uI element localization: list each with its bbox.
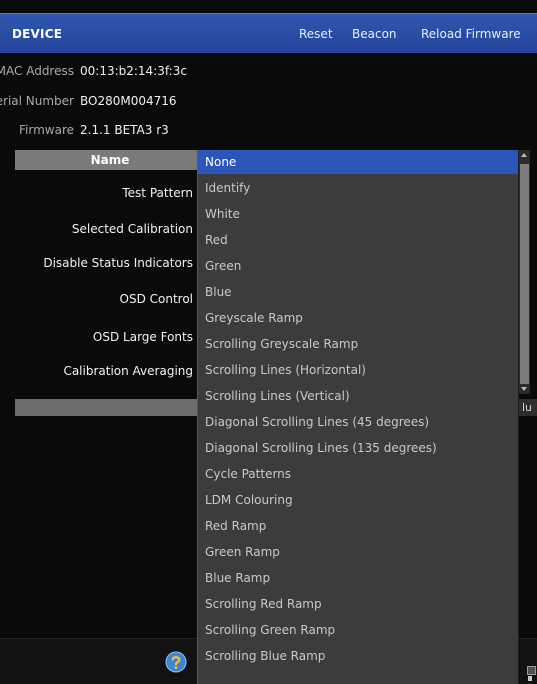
option-scrolling-blue-ramp[interactable]: Scrolling Blue Ramp (198, 643, 518, 669)
option-scrolling-red-ramp[interactable]: Scrolling Red Ramp (198, 591, 518, 617)
serial-number-value: BO280M004716 (80, 94, 177, 108)
option-white[interactable]: White (198, 201, 518, 227)
scroll-up-arrow-icon[interactable] (521, 153, 527, 157)
option-identify[interactable]: Identify (198, 175, 518, 201)
option-red-ramp[interactable]: Red Ramp (198, 513, 518, 539)
option-diagonal-scrolling-lines-45[interactable]: Diagonal Scrolling Lines (45 degrees) (198, 409, 518, 435)
scroll-down-arrow-icon[interactable] (521, 387, 527, 391)
device-panel: DEVICE Reset Beacon Reload Firmware MAC … (0, 0, 537, 684)
device-header: DEVICE Reset Beacon Reload Firmware (0, 13, 537, 53)
option-none[interactable]: None (198, 150, 518, 174)
name-column-header[interactable]: Name (15, 150, 205, 170)
calibration-averaging-label[interactable]: Calibration Averaging (63, 364, 193, 378)
option-ldm-colouring[interactable]: LDM Colouring (198, 487, 518, 513)
serial-number-row: Serial Number BO280M004716 (0, 94, 300, 114)
disable-status-indicators-label[interactable]: Disable Status Indicators (43, 256, 193, 270)
device-title: DEVICE (12, 26, 63, 41)
value-column-header-peek[interactable]: lu (519, 399, 537, 416)
option-red[interactable]: Red (198, 227, 518, 253)
osd-large-fonts-label[interactable]: OSD Large Fonts (93, 330, 193, 344)
option-green-ramp[interactable]: Green Ramp (198, 539, 518, 565)
scrollbar-thumb[interactable] (520, 164, 529, 384)
option-scrolling-green-ramp[interactable]: Scrolling Green Ramp (198, 617, 518, 643)
firmware-label: Firmware (19, 123, 74, 137)
firmware-row: Firmware 2.1.1 BETA3 r3 (0, 123, 300, 143)
firmware-value: 2.1.1 BETA3 r3 (80, 123, 169, 137)
device-icon[interactable] (526, 664, 537, 682)
option-cycle-patterns[interactable]: Cycle Patterns (198, 461, 518, 487)
mac-address-row: MAC Address 00:13:b2:14:3f:3c (0, 64, 300, 84)
test-pattern-label[interactable]: Test Pattern (122, 186, 193, 200)
mac-address-value: 00:13:b2:14:3f:3c (80, 64, 187, 78)
serial-number-label: Serial Number (0, 94, 74, 108)
mac-address-label: MAC Address (0, 64, 74, 78)
osd-control-label[interactable]: OSD Control (120, 292, 194, 306)
table-footer-bar (15, 399, 205, 416)
reset-button[interactable]: Reset (299, 27, 333, 41)
help-icon[interactable] (165, 651, 187, 673)
reload-firmware-button[interactable]: Reload Firmware (421, 27, 521, 41)
test-pattern-dropdown-list[interactable]: None Identify White Red Green Blue Greys… (197, 150, 519, 684)
selected-calibration-label[interactable]: Selected Calibration (72, 222, 193, 236)
option-blue-ramp[interactable]: Blue Ramp (198, 565, 518, 591)
option-scrolling-lines-horizontal[interactable]: Scrolling Lines (Horizontal) (198, 357, 518, 383)
option-greyscale-ramp[interactable]: Greyscale Ramp (198, 305, 518, 331)
option-scrolling-lines-vertical[interactable]: Scrolling Lines (Vertical) (198, 383, 518, 409)
option-scrolling-greyscale-ramp[interactable]: Scrolling Greyscale Ramp (198, 331, 518, 357)
option-green[interactable]: Green (198, 253, 518, 279)
option-diagonal-scrolling-lines-135[interactable]: Diagonal Scrolling Lines (135 degrees) (198, 435, 518, 461)
table-scrollbar[interactable] (519, 150, 530, 394)
beacon-button[interactable]: Beacon (352, 27, 397, 41)
option-blue[interactable]: Blue (198, 279, 518, 305)
